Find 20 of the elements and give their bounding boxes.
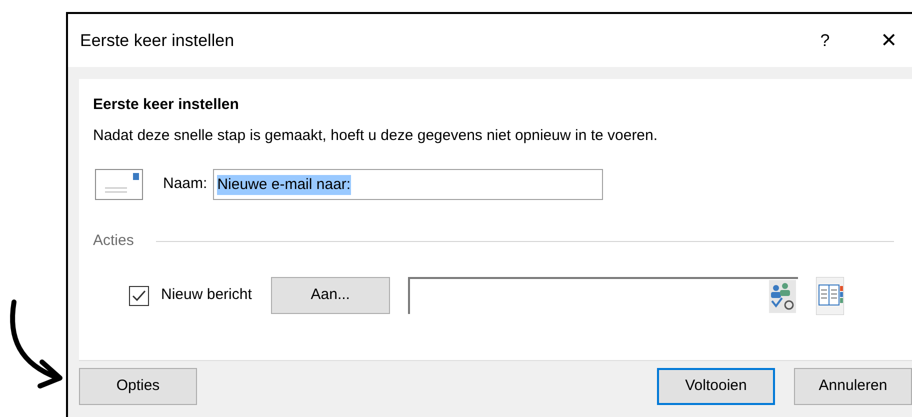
dialog-button[interactable]: Opties	[79, 368, 197, 405]
name-label: Naam:	[163, 174, 208, 194]
checkbox[interactable]	[129, 286, 149, 306]
window-title: Eerste keer instellen	[80, 30, 236, 52]
check-icon	[132, 290, 146, 302]
section-heading: Eerste keer instellen	[93, 95, 240, 115]
envelope-icon	[95, 169, 143, 200]
to-button[interactable]: Aan...	[270, 277, 390, 314]
group-label: Acties	[93, 231, 134, 251]
help-button[interactable]: ?	[802, 28, 848, 54]
close-button[interactable]: ✕	[866, 26, 912, 56]
selected-text: Nieuwe e-mail naar:	[217, 174, 351, 194]
check-names-icon	[768, 280, 796, 313]
description-text: Nadat deze snelle stap is gemaakt, hoeft u deze gegevens niet opnieuw in te voeren.	[93, 126, 659, 146]
name-input-field[interactable]: Nieuwe e-mail naar:	[213, 169, 604, 200]
dialog-button[interactable]: Voltooien	[657, 368, 775, 405]
dialog-button[interactable]: Annuleren	[794, 368, 912, 405]
address-book-icon	[816, 276, 844, 314]
checkbox-label: Nieuw bericht	[161, 285, 252, 306]
recipient-input-field[interactable]	[408, 277, 798, 314]
